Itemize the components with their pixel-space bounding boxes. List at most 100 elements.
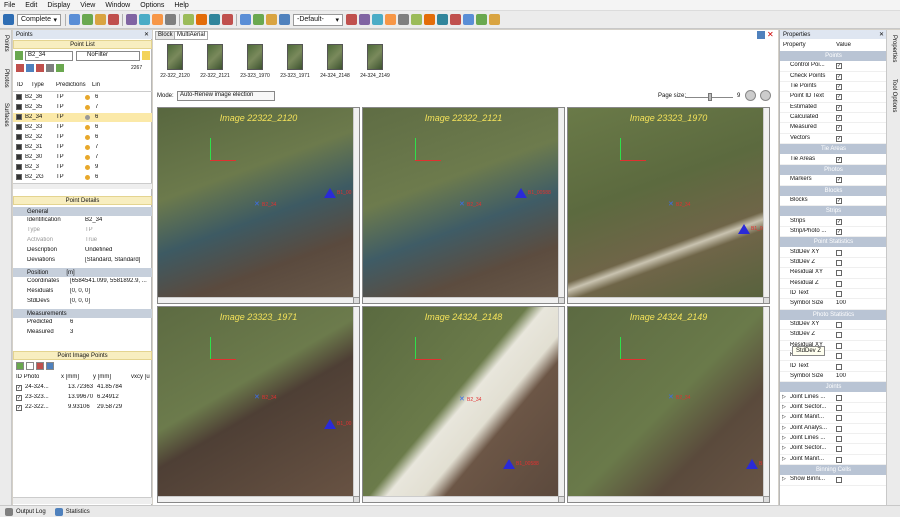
property-row[interactable]: Symbol Size 100 [780,299,887,310]
predicted-point-triangle-icon[interactable] [503,459,515,469]
toolbar-tool-icon[interactable] [476,14,487,25]
search-icon[interactable] [15,51,23,60]
property-section-header[interactable]: Photo Statistics [780,309,887,320]
tile-hscroll[interactable] [568,496,763,502]
image-point-tool-icon[interactable] [36,362,44,370]
toolbar-tool-icon[interactable] [209,14,220,25]
column-header[interactable]: y [mm] [93,374,111,380]
property-checkbox[interactable] [836,394,842,401]
tile-corner-icon[interactable] [763,496,769,502]
dock-tab-photos[interactable]: Photos [0,66,12,98]
toolbar-tool-icon[interactable] [450,14,461,25]
toolbar-tool-icon[interactable] [398,14,409,25]
menu-view[interactable]: View [80,2,95,9]
property-row[interactable]: ▷ Joint Manif... [780,455,887,465]
expand-arrow-icon[interactable]: ▷ [782,445,786,451]
predicted-point-triangle-icon[interactable] [746,459,758,469]
property-section-header[interactable]: Blocks [780,185,887,196]
property-checkbox[interactable] [836,260,842,266]
property-checkbox[interactable]: ✓ [836,197,842,204]
column-header[interactable]: Predictions [56,82,86,88]
toolbar-tool-icon[interactable] [279,14,290,25]
photo-thumbnail[interactable] [327,44,343,70]
toolbar-tool-icon[interactable] [463,14,474,25]
property-checkbox[interactable] [836,342,842,349]
toolbar-tool-icon[interactable] [266,14,277,25]
property-row[interactable]: ▷ Joint Lines ... [780,393,887,403]
property-row[interactable]: Point ID Text ✓ [780,92,887,103]
property-row[interactable]: Tie Points ✓ [780,82,887,93]
property-checkbox[interactable] [836,363,842,370]
property-checkbox[interactable]: ✓ [836,177,842,184]
table-row[interactable]: B2_35 TP 7 [13,103,152,112]
toolbar-tool-icon[interactable] [196,14,207,25]
list-tool-icon[interactable] [26,64,34,72]
property-checkbox[interactable] [836,477,842,484]
toolbar-tool-icon[interactable] [372,14,383,25]
list-tool-icon[interactable] [16,64,24,72]
property-row[interactable]: ID Text [780,362,887,372]
property-checkbox[interactable]: ✓ [836,218,842,225]
property-row[interactable]: Residual Z [780,279,887,290]
property-checkbox[interactable]: ✓ [836,125,842,132]
photo-thumbnail[interactable] [207,44,223,70]
property-row[interactable]: Check Points ✓ [780,72,887,83]
property-checkbox[interactable]: ✓ [836,84,842,91]
property-section-header[interactable]: Binning Cells [780,465,887,475]
menu-file[interactable]: File [4,2,15,9]
tile-hscroll[interactable] [363,297,558,303]
predicted-point-triangle-icon[interactable] [324,419,336,429]
table-row[interactable]: B2_32 TP 6 [13,133,152,142]
property-checkbox[interactable] [836,270,842,277]
previous-page-icon[interactable] [745,90,756,101]
toolbar-tool-icon[interactable] [222,14,233,25]
mode-dropdown[interactable]: Complete ▾ [17,13,61,26]
column-header[interactable]: Lin [92,82,100,88]
selection-mode-dropdown[interactable]: Auto-Renew image election [177,91,275,101]
measured-point-marker-icon[interactable]: ✕ [254,200,260,208]
list-tool-icon[interactable] [46,64,54,72]
measured-point-marker-icon[interactable]: ✕ [668,200,674,208]
predicted-point-triangle-icon[interactable] [324,188,336,198]
property-section-header[interactable]: Points [780,51,887,61]
dock-tab-properties[interactable]: Properties [887,32,900,74]
close-icon[interactable]: ✕ [144,31,149,38]
table-row[interactable]: B2_34 TP 6 [13,113,152,122]
property-row[interactable]: Symbol Size 100 [780,372,887,383]
table-row[interactable]: B2_30 TP 7 [13,153,152,162]
property-checkbox[interactable] [836,322,842,329]
tile-vscroll[interactable] [353,307,359,496]
list-tool-icon[interactable] [56,64,64,72]
toolbar-tool-icon[interactable] [82,14,93,25]
table-row[interactable]: B2_3 TP 9 [13,163,152,172]
statistics-tab[interactable]: Statistics [66,509,90,515]
preset-dropdown[interactable]: -Default- ▾ [293,13,343,26]
property-checkbox[interactable]: ✓ [836,156,842,163]
tile-hscroll[interactable] [158,297,353,303]
expand-arrow-icon[interactable]: ▷ [782,456,786,462]
filter-dropdown[interactable]: NoFilter [76,51,140,61]
property-row[interactable]: Control Poi... ✓ [780,61,887,72]
tile-hscroll[interactable] [158,496,353,502]
property-row[interactable]: Residual XY [780,268,887,279]
tile-corner-icon[interactable] [353,496,359,502]
property-value[interactable]: 100 [836,373,846,379]
property-checkbox[interactable]: ✓ [836,135,842,142]
toolbar-tool-icon[interactable] [253,14,264,25]
toolbar-tool-icon[interactable] [424,14,435,25]
property-row[interactable]: Markers ✓ [780,175,887,186]
tile-corner-icon[interactable] [558,496,564,502]
tile-corner-icon[interactable] [763,297,769,303]
property-row[interactable]: Calculated ✓ [780,113,887,124]
property-row[interactable]: Vectors ✓ [780,134,887,145]
photo-thumbnail[interactable] [167,44,183,70]
menu-options[interactable]: Options [140,2,164,9]
toolbar-tool-icon[interactable] [126,14,137,25]
close-icon[interactable]: ✕ [767,30,774,39]
measured-point-marker-icon[interactable]: ✕ [668,393,674,401]
image-point-checkbox[interactable]: ✓ [16,405,22,411]
column-header[interactable]: ID Photo [16,374,39,380]
point-search-input[interactable]: B2_34 [25,51,73,61]
property-row[interactable]: Estimated ✓ [780,103,887,114]
menu-help[interactable]: Help [174,2,188,9]
